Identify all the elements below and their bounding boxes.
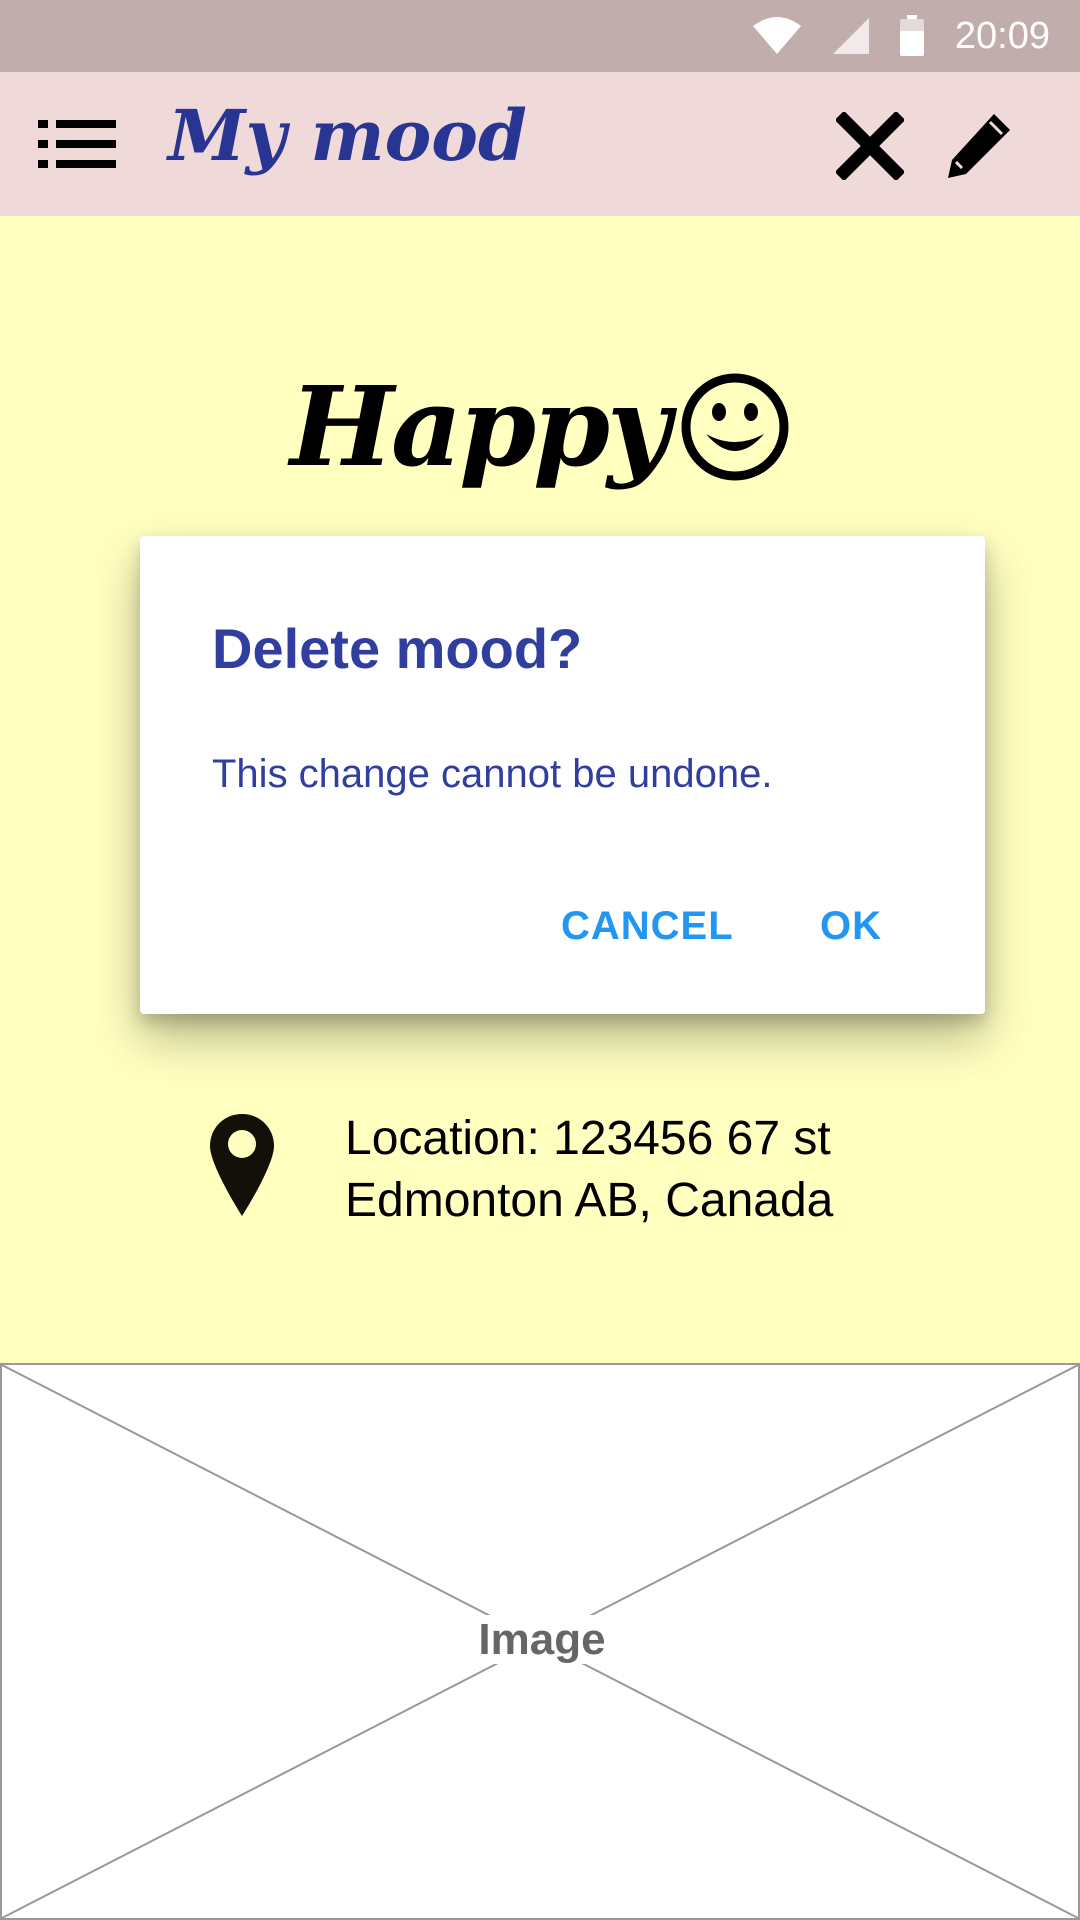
wifi-icon: [751, 16, 803, 56]
location-text: Location: 123456 67 st Edmonton AB, Cana…: [345, 1108, 1005, 1232]
status-time: 20:09: [954, 14, 1050, 57]
pencil-icon[interactable]: [944, 110, 1014, 180]
delete-dialog: Delete mood? This change cannot be undon…: [140, 536, 985, 1014]
image-label-wrap: Image: [2, 1615, 1080, 1665]
location-line-2: Edmonton AB, Canada: [345, 1174, 834, 1227]
list-menu-icon[interactable]: [38, 116, 118, 172]
location-row: Location: 123456 67 st Edmonton AB, Cana…: [210, 1108, 1010, 1238]
ok-button[interactable]: OK: [820, 904, 882, 949]
dialog-title: Delete mood?: [212, 617, 583, 680]
location-line-1: Location: 123456 67 st: [345, 1112, 831, 1165]
mood-heading: Happy: [0, 362, 1080, 491]
dialog-message: This change cannot be undone.: [212, 752, 773, 796]
image-label: Image: [458, 1615, 626, 1664]
app-title: My mood: [168, 94, 527, 177]
app-bar: My mood: [0, 72, 1080, 216]
close-icon[interactable]: [834, 110, 906, 182]
location-pin-icon: [210, 1114, 274, 1216]
cancel-button[interactable]: CANCEL: [561, 904, 734, 949]
cell-signal-icon: [831, 16, 871, 56]
smiley-face-icon: [680, 372, 790, 482]
mood-label: Happy: [290, 362, 671, 491]
battery-icon: [899, 15, 925, 57]
image-placeholder[interactable]: Image: [0, 1363, 1080, 1920]
status-bar: 20:09: [0, 0, 1080, 72]
